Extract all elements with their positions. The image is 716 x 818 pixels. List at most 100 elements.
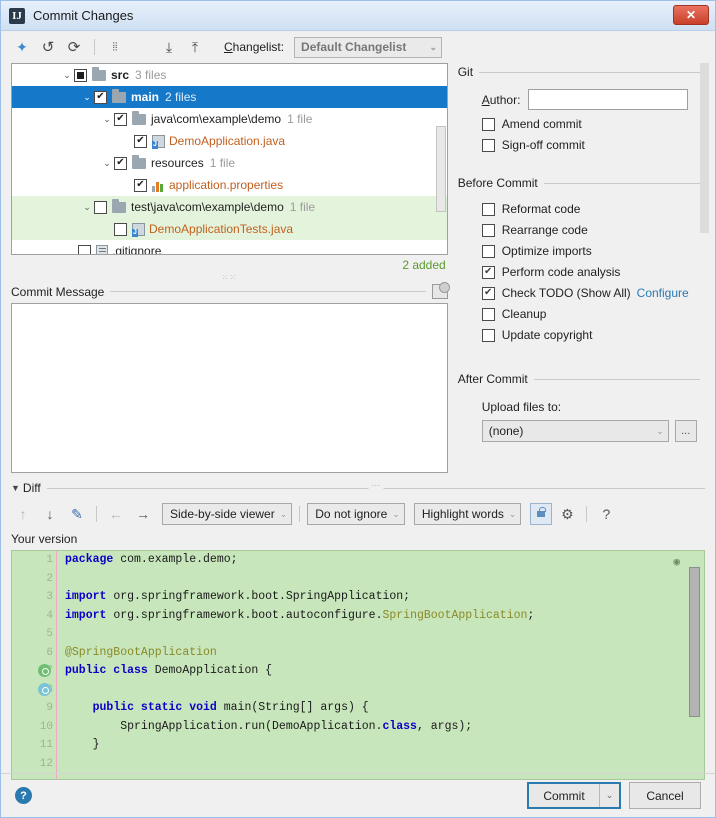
expand-all-icon[interactable]: ⤓: [158, 36, 180, 58]
code-token: public static void: [92, 701, 217, 714]
viewer-mode-dropdown[interactable]: Side-by-side viewer ⌄: [162, 503, 293, 525]
checkbox-signoff-commit[interactable]: [481, 138, 495, 152]
folder-icon: [112, 198, 126, 213]
changelist-label: CChangelist:hangelist:: [224, 40, 285, 54]
cancel-button[interactable]: Cancel: [629, 782, 701, 809]
expand-arrow-icon[interactable]: ⌄: [100, 158, 114, 169]
option-cleanup[interactable]: Cleanup: [481, 307, 705, 321]
option-check-todo[interactable]: ✔ Check TODO (Show All) Configure: [481, 286, 705, 300]
revert-icon[interactable]: ↺: [37, 36, 59, 58]
options-scrollbar[interactable]: [700, 63, 709, 469]
dialog-footer: ? Commit ⌄ Cancel: [1, 773, 715, 817]
configure-todo-link[interactable]: Configure: [637, 286, 689, 300]
tree-row-resources[interactable]: ⌄ ✔ resources 1 file: [12, 152, 447, 174]
checkbox-demoapplication-java[interactable]: ✔: [134, 134, 147, 148]
checkbox-gitignore[interactable]: [78, 244, 91, 254]
move-to-changelist-icon[interactable]: ✦: [11, 36, 33, 58]
checkbox-src[interactable]: [74, 68, 87, 82]
changelist-dropdown[interactable]: Default Changelist ⌄: [294, 36, 443, 58]
git-group-header: Git: [458, 65, 705, 79]
option-perform-code-analysis[interactable]: ✔ Perform code analysis: [481, 265, 705, 279]
commit-message-input[interactable]: [11, 303, 448, 473]
tree-row-test-demo[interactable]: ⌄ test\java\com\example\demo 1 file: [12, 196, 447, 218]
commit-button[interactable]: Commit: [529, 784, 599, 807]
checkbox-update-copyright[interactable]: [481, 328, 495, 342]
code-token: org.springframework.boot.SpringApplicati…: [106, 590, 411, 603]
tree-row-src[interactable]: ⌄ src 3 files: [12, 64, 447, 86]
accept-left-icon[interactable]: ←: [104, 503, 128, 525]
changed-files-tree[interactable]: ⌄ src 3 files ⌄ ✔ main 2 files ⌄ ✔ java\…: [11, 63, 448, 255]
edit-source-icon[interactable]: ✎: [65, 503, 89, 525]
expand-arrow-icon[interactable]: ⌄: [80, 202, 94, 213]
expand-arrow-icon[interactable]: ⌄: [100, 114, 114, 125]
accept-right-icon[interactable]: →: [131, 503, 155, 525]
option-rearrange-code[interactable]: Rearrange code: [481, 223, 705, 237]
gear-icon[interactable]: ⚙: [555, 503, 579, 525]
previous-difference-icon[interactable]: ↑: [11, 503, 35, 525]
option-update-copyright[interactable]: Update copyright: [481, 328, 705, 342]
checkbox-reformat-code[interactable]: [481, 202, 495, 216]
option-label: Update copyright: [501, 328, 593, 342]
tree-scrollbar[interactable]: [435, 126, 446, 212]
tree-row-demoapplication-java[interactable]: ✔ DemoApplication.java: [12, 130, 447, 152]
next-difference-icon[interactable]: ↓: [38, 503, 62, 525]
lock-icon[interactable]: [530, 503, 553, 525]
class-marker-gutter-icon[interactable]: [38, 683, 51, 696]
checkbox-demoapplicationtests-java[interactable]: [114, 222, 127, 236]
checkbox-test-demo[interactable]: [94, 200, 107, 214]
run-application-gutter-icon[interactable]: [38, 664, 51, 677]
close-icon[interactable]: ✕: [673, 5, 709, 25]
checkbox-rearrange-code[interactable]: [481, 223, 495, 237]
author-field[interactable]: [528, 89, 689, 110]
code-token: SpringApplication.run(DemoApplication.: [65, 719, 383, 733]
chevron-down-icon: ⌄: [279, 508, 288, 519]
code-scrollbar[interactable]: [689, 567, 700, 717]
help-icon[interactable]: ?: [15, 787, 32, 804]
diff-splitter[interactable]: [46, 487, 705, 489]
expand-arrow-icon[interactable]: ⌄: [60, 70, 74, 81]
tree-item-label: main: [131, 90, 160, 104]
group-by-icon[interactable]: ⦙⦙: [104, 36, 126, 58]
checkbox-perform-code-analysis[interactable]: ✔: [481, 265, 495, 279]
help-icon[interactable]: ?: [594, 503, 618, 525]
option-signoff-commit[interactable]: Sign-off commit: [481, 138, 705, 152]
tree-row-java-demo[interactable]: ⌄ ✔ java\com\example\demo 1 file: [12, 108, 447, 130]
diff-collapse-toggle[interactable]: ▼ Diff: [11, 481, 41, 495]
tree-item-label: src: [111, 68, 130, 82]
commit-options-chevron-down-icon[interactable]: ⌄: [599, 784, 619, 807]
tree-row-demoapplicationtests-java[interactable]: DemoApplicationTests.java: [12, 218, 447, 240]
highlight-mode-dropdown[interactable]: Highlight words ⌄: [413, 503, 522, 525]
browse-upload-target-button[interactable]: ...: [674, 420, 697, 442]
diff-title: Diff: [22, 481, 41, 495]
tree-row-application-properties[interactable]: ✔ application.properties: [12, 174, 447, 196]
diff-code-viewer[interactable]: 1 2 3 4 5 6 7 8 9 10 11 12 pack: [11, 550, 705, 780]
expand-arrow-icon[interactable]: ⌄: [80, 92, 94, 103]
checkbox-main[interactable]: ✔: [94, 90, 107, 104]
checkbox-application-properties[interactable]: ✔: [134, 178, 147, 192]
tree-row-gitignore[interactable]: .gitignore: [12, 240, 447, 254]
collapse-all-icon[interactable]: ⤒: [184, 36, 206, 58]
option-reformat-code[interactable]: Reformat code: [481, 202, 705, 216]
option-optimize-imports[interactable]: Optimize imports: [481, 244, 705, 258]
code-token: , args);: [416, 719, 473, 733]
checkbox-amend-commit[interactable]: [481, 117, 495, 131]
eye-icon[interactable]: ◉: [673, 555, 680, 569]
checkbox-optimize-imports[interactable]: [481, 244, 495, 258]
tree-row-main[interactable]: ⌄ ✔ main 2 files: [12, 86, 447, 108]
tree-message-splitter[interactable]: ⁙⁙: [11, 272, 448, 282]
checkbox-cleanup[interactable]: [481, 307, 495, 321]
git-group: Git Author: Amend commit Sign-off commit: [458, 65, 705, 152]
option-amend-commit[interactable]: Amend commit: [481, 117, 705, 131]
upload-target-dropdown[interactable]: (none) ⌄: [481, 420, 669, 442]
whitespace-mode-dropdown[interactable]: Do not ignore ⌄: [307, 503, 405, 525]
checkbox-resources[interactable]: ✔: [114, 156, 127, 170]
line-number: 12: [39, 757, 53, 770]
code-token: SpringBootApplication: [382, 608, 528, 622]
checkbox-java-demo[interactable]: ✔: [114, 112, 127, 126]
code-line: public static void main(String[] args) {: [65, 699, 704, 718]
commit-message-history-icon[interactable]: [431, 282, 450, 299]
checkbox-check-todo[interactable]: ✔: [481, 286, 495, 300]
upload-files-label: Upload files to:: [481, 400, 562, 414]
code-line: }: [65, 736, 704, 755]
refresh-icon[interactable]: ⟳: [63, 36, 85, 58]
